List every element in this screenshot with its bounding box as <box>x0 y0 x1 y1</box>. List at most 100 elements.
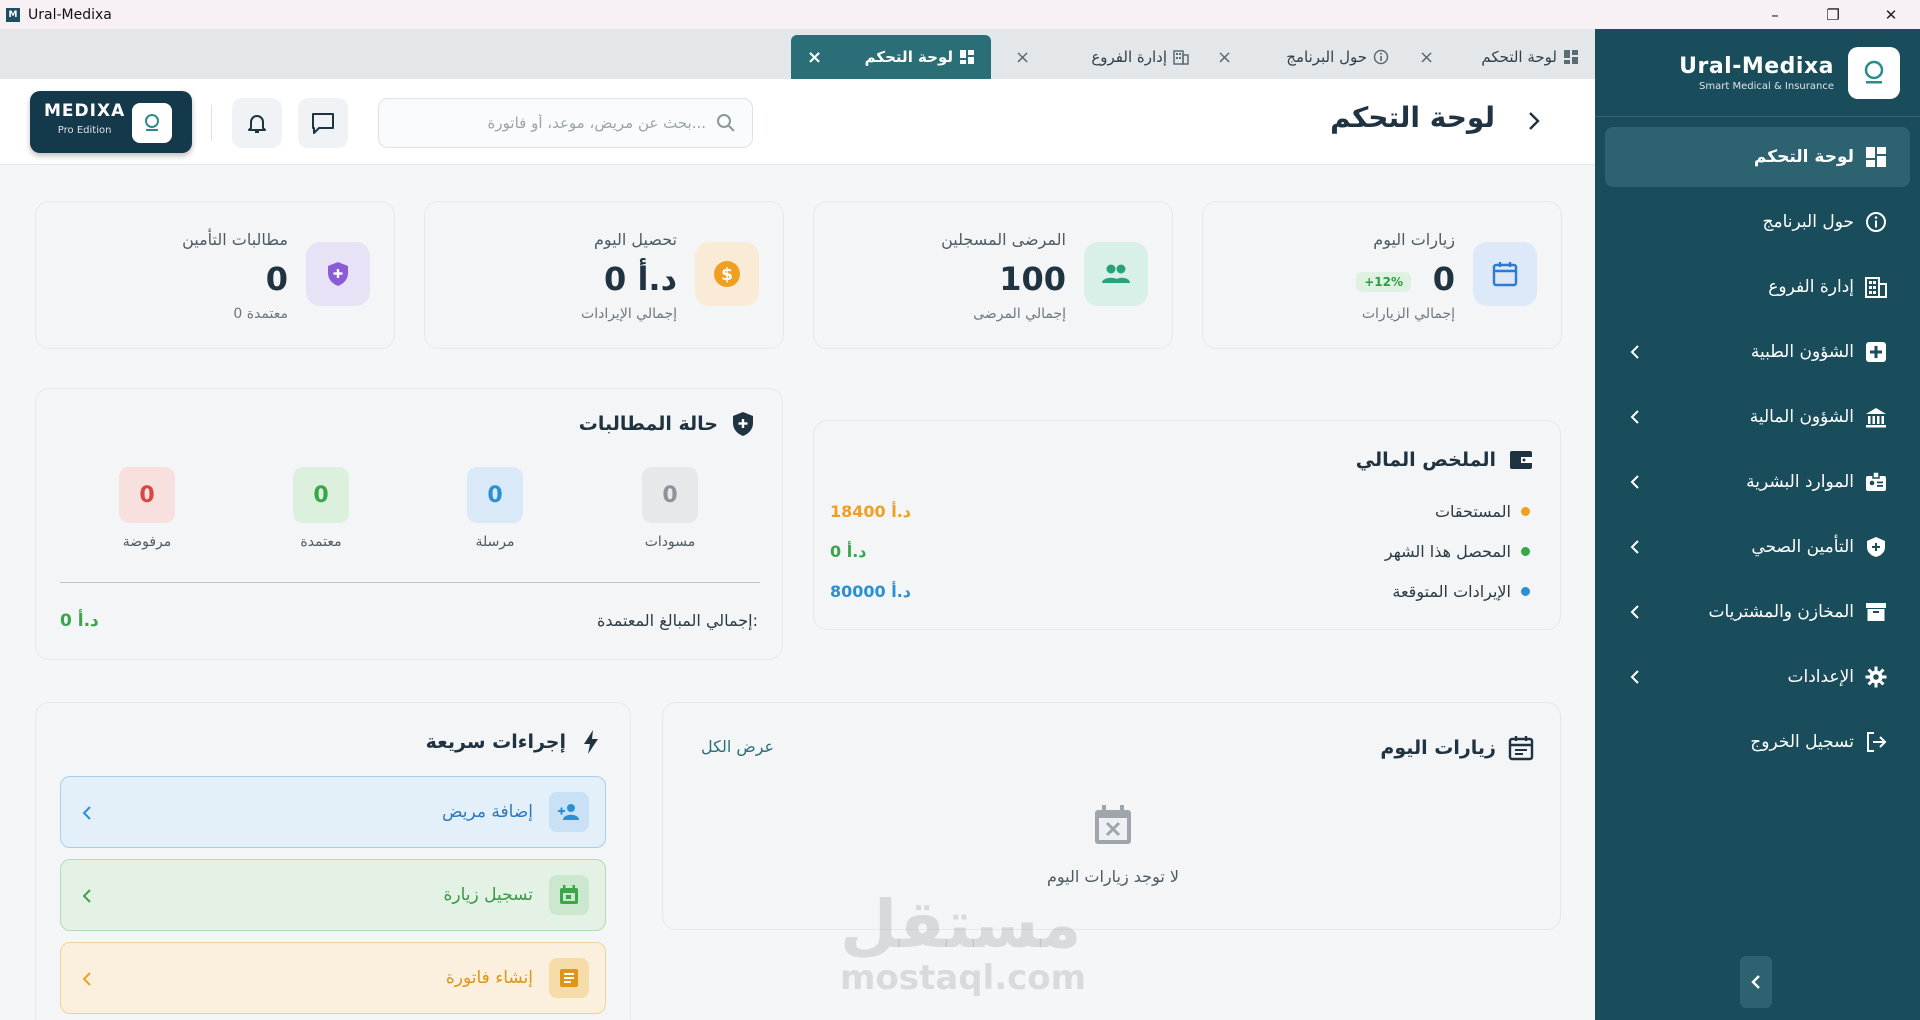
financial-label: المستحقات <box>1434 501 1511 521</box>
sidebar-item-settings[interactable]: الإعدادات <box>1605 647 1910 707</box>
search-input[interactable] <box>406 114 706 132</box>
claim-label: مسودات <box>644 534 696 550</box>
stat-label: المرضى المسجلين <box>941 230 1066 249</box>
search-icon <box>717 114 735 132</box>
dollar-coin-icon: $ <box>695 242 759 306</box>
tab-branches[interactable]: × إدارة الفروع <box>1015 35 1205 79</box>
bell-icon <box>248 115 266 133</box>
brand-name: Ural-Medixa <box>1679 53 1834 79</box>
empty-state-text: لا توجد زيارات اليوم <box>1047 867 1179 886</box>
warehouse-icon <box>1864 600 1888 624</box>
logo-name: MEDIXA <box>44 101 126 121</box>
tab-bar: × لوحة التحكم × حول البرنامج × إدارة الف… <box>0 29 1595 79</box>
tab-dashboard[interactable]: × لوحة التحكم <box>1419 35 1595 79</box>
stat-sub: 0 معتمدة <box>233 306 288 322</box>
shield-plus-icon <box>730 411 756 437</box>
calendar-list-icon <box>1508 735 1534 761</box>
divider <box>60 582 760 583</box>
sidebar-item-warehouses[interactable]: المخازن والمشتريات <box>1605 582 1910 642</box>
sidebar-item-medical[interactable]: الشؤون الطبية <box>1605 322 1910 382</box>
action-label: إنشاء فاتورة <box>445 968 533 988</box>
quick-actions-title: إجراءات سريعة <box>425 731 566 753</box>
gear-icon <box>1864 665 1888 689</box>
building-icon <box>1864 275 1888 299</box>
quick-actions-panel: إجراءات سريعة إضافة مريض تسجيل زيارة إنش… <box>35 702 631 1020</box>
shield-plus-icon <box>306 242 370 306</box>
panel-title: حالة المطالبات <box>579 411 756 437</box>
sidebar-item-insurance[interactable]: التأمين الصحي <box>1605 517 1910 577</box>
sidebar-collapse-button[interactable] <box>1740 956 1772 1008</box>
medixa-emblem-icon <box>132 103 172 143</box>
tab-about[interactable]: × حول البرنامج <box>1217 35 1405 79</box>
sidebar-item-finance[interactable]: الشؤون المالية <box>1605 387 1910 447</box>
stat-label: زيارات اليوم <box>1373 230 1455 249</box>
claim-label: مرسلة <box>475 534 515 550</box>
trend-badge: +12% <box>1356 272 1411 292</box>
sidebar-item-about[interactable]: حول البرنامج <box>1605 192 1910 252</box>
status-dot <box>1521 586 1530 596</box>
sidebar-item-logout[interactable]: تسجيل الخروج <box>1605 712 1910 772</box>
stat-value: 0 د.أ <box>604 260 677 298</box>
stat-sub: إجمالي الزيارات <box>1361 306 1455 322</box>
minimize-button[interactable]: – <box>1746 0 1804 29</box>
sidebar-item-label: إدارة الفروع <box>1768 277 1854 297</box>
tab-label: لوحة التحكم <box>1481 48 1557 66</box>
sidebar-item-label: الموارد البشرية <box>1746 472 1854 492</box>
search-box[interactable] <box>378 98 753 148</box>
stat-card-collection: $ تحصيل اليوم 0 د.أ إجمالي الإيرادات <box>424 201 784 349</box>
stat-label: مطالبات التأمين <box>182 230 288 249</box>
sidebar-item-label: لوحة التحكم <box>1753 147 1854 167</box>
total-approved-value: 0 د.أ <box>60 611 99 631</box>
sidebar-item-hr[interactable]: الموارد البشرية <box>1605 452 1910 512</box>
sidebar-item-branches[interactable]: إدارة الفروع <box>1605 257 1910 317</box>
sidebar-item-label: الشؤون الطبية <box>1750 342 1854 362</box>
add-user-icon <box>549 792 589 832</box>
app-logo-icon: M <box>6 7 20 22</box>
close-window-button[interactable]: ✕ <box>1862 0 1920 29</box>
calendar-add-icon <box>549 875 589 915</box>
chevron-right-icon[interactable] <box>1521 109 1545 133</box>
view-all-link[interactable]: عرض الكل <box>701 737 774 756</box>
page-title: لوحة التحكم <box>1330 101 1495 134</box>
page-header: لوحة التحكم MEDIXA Pro Edition <box>0 79 1595 165</box>
info-icon <box>1373 49 1389 65</box>
sidebar-item-dashboard[interactable]: لوحة التحكم <box>1605 127 1910 187</box>
claim-count-sent: 0 <box>467 467 523 523</box>
chevron-left-icon <box>1630 670 1639 684</box>
tab-close-icon[interactable]: × <box>807 47 822 68</box>
tab-close-icon[interactable]: × <box>1015 47 1030 68</box>
stat-sub: إجمالي الإيرادات <box>581 306 677 322</box>
window-title: Ural-Medixa <box>28 6 112 23</box>
claim-label: معتمدة <box>300 534 342 550</box>
messages-button[interactable] <box>298 98 348 148</box>
restore-button[interactable]: ❐ <box>1804 0 1862 29</box>
add-patient-button[interactable]: إضافة مريض <box>60 776 606 848</box>
tab-label: إدارة الفروع <box>1091 48 1167 66</box>
claim-count-approved: 0 <box>293 467 349 523</box>
tab-dashboard-active[interactable]: × لوحة التحكم <box>791 35 991 79</box>
total-approved-label: إجمالي المبالغ المعتمدة: <box>596 611 758 630</box>
tab-close-icon[interactable]: × <box>1419 47 1434 68</box>
stat-value: 0 <box>1432 260 1455 298</box>
notifications-button[interactable] <box>232 98 282 148</box>
dashboard-icon <box>1864 145 1888 169</box>
claims-status-panel: حالة المطالبات 0 مسودات 0 مرسلة 0 معتمدة… <box>35 388 783 660</box>
sidebar-item-label: التأمين الصحي <box>1751 537 1854 557</box>
dashboard-icon <box>960 50 974 64</box>
create-invoice-button[interactable]: إنشاء فاتورة <box>60 942 606 1014</box>
tab-close-icon[interactable]: × <box>1217 47 1232 68</box>
sidebar-item-label: حول البرنامج <box>1762 212 1854 232</box>
financial-summary-panel: الملخص المالي 18400 د.أ المستحقات 0 د.أ … <box>813 420 1561 630</box>
people-icon <box>1084 242 1148 306</box>
sidebar-item-label: الشؤون المالية <box>1749 407 1854 427</box>
chevron-left-icon <box>82 889 91 903</box>
financial-value: 18400 د.أ <box>830 501 912 521</box>
today-visits-panel: زيارات اليوم عرض الكل لا توجد زيارات الي… <box>662 702 1561 930</box>
financial-value: 80000 د.أ <box>830 581 912 601</box>
brand-logo-icon <box>1848 46 1900 99</box>
chevron-left-icon <box>82 806 91 820</box>
medical-plus-icon <box>1864 340 1888 364</box>
register-visit-button[interactable]: تسجيل زيارة <box>60 859 606 931</box>
financial-label: المحصل هذا الشهر <box>1384 541 1511 561</box>
building-icon <box>1173 50 1189 65</box>
